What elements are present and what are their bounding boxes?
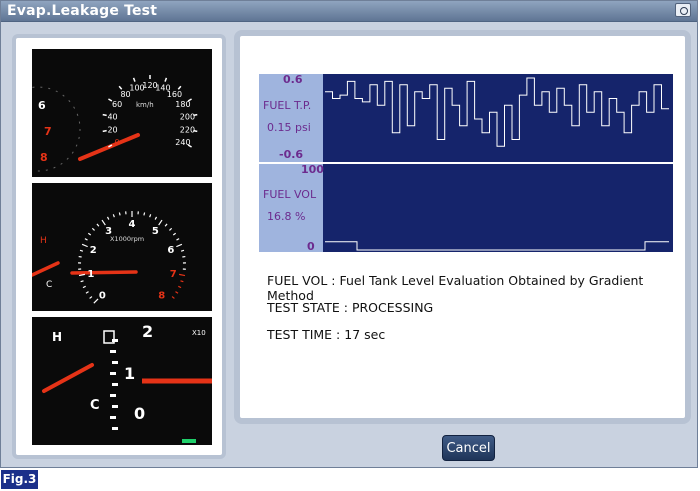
fuel-vol-min-tick: 0: [307, 240, 315, 252]
fuel-tp-label: FUEL T.P.: [263, 99, 311, 112]
tachometer-tick-label: 6: [167, 245, 174, 256]
fuel-vol-value: 16.8 %: [267, 210, 305, 223]
svg-text:1: 1: [124, 364, 135, 383]
title-bar: Evap.Leakage Test: [1, 1, 697, 22]
svg-text:2: 2: [142, 322, 153, 341]
speedometer-tick-label: 220: [180, 126, 195, 135]
fuel-tp-min-tick: -0.6: [279, 148, 303, 161]
fuel-tp-max-tick: 0.6: [283, 74, 303, 86]
speedometer-tick-label: 20: [107, 126, 117, 135]
svg-text:7: 7: [44, 125, 52, 138]
cancel-button[interactable]: Cancel: [442, 435, 495, 461]
fuel-vol-label: FUEL VOL: [263, 188, 317, 201]
evap-test-window: Evap.Leakage Test km/h 6 7 8 0 20 40 60 80 10…: [0, 0, 698, 468]
speedometer-tick-label: 60: [112, 100, 122, 109]
figure-label: Fig.3: [1, 470, 38, 489]
fuel-tp-value: 0.15 psi: [267, 121, 311, 134]
test-state: TEST STATE : PROCESSING: [267, 300, 434, 315]
speedometer-tick-label: 40: [107, 112, 117, 121]
speedometer-tick-label: 160: [167, 90, 182, 99]
tachometer-tick-label: 0: [99, 291, 106, 302]
temp-hot-label: H: [52, 330, 62, 344]
svg-text:8: 8: [40, 151, 48, 164]
tachometer-tick-label: 5: [152, 226, 159, 237]
tachometer-unit: X1000rpm: [110, 235, 144, 243]
tachometer-tick-label: 8: [158, 291, 165, 302]
tachometer-tick-label: 3: [105, 226, 112, 237]
test-result-panel: 0.6 -0.6 FUEL T.P. 0.15 psi 100 0 FUEL V…: [234, 30, 691, 424]
fuel-vol-max-tick: 100: [301, 163, 324, 176]
svg-text:X10: X10: [192, 329, 206, 337]
tachometer-tick-label: 1: [87, 269, 94, 280]
tachometer-image: X1000rpm H C 01 23 4 56 78: [32, 183, 212, 311]
temp-cold-label: C: [90, 398, 100, 413]
svg-text:6: 6: [38, 99, 46, 112]
speedometer-tick-label: 180: [175, 100, 190, 109]
camera-icon[interactable]: [675, 3, 691, 17]
test-time: TEST TIME : 17 sec: [267, 327, 386, 342]
svg-text:C: C: [46, 280, 52, 290]
svg-text:0: 0: [134, 404, 145, 423]
tachometer-tick-label: 2: [90, 245, 97, 256]
speedometer-tick-label: 200: [180, 112, 195, 121]
tachometer-tick-label: 4: [129, 219, 136, 230]
speedometer-unit: km/h: [136, 101, 154, 109]
monitoring-chart: 0.6 -0.6 FUEL T.P. 0.15 psi 100 0 FUEL V…: [259, 74, 673, 252]
speedometer-tick-label: 0: [115, 138, 120, 147]
dashboard-image-panel: km/h 6 7 8 0 20 40 60 80 100 120 140 160 180 200 22…: [12, 34, 226, 459]
svg-text:H: H: [40, 236, 47, 246]
window-title: Evap.Leakage Test: [7, 3, 158, 19]
tachometer-tick-label: 7: [170, 269, 177, 280]
fuel-vol-description: FUEL VOL : Fuel Tank Level Evaluation Ob…: [267, 273, 644, 303]
speedometer-image: km/h 6 7 8 0 20 40 60 80 100 120 140 160 180 200 22…: [32, 49, 212, 177]
temperature-gauge-image: H C 0 1 2 X10: [32, 317, 212, 445]
